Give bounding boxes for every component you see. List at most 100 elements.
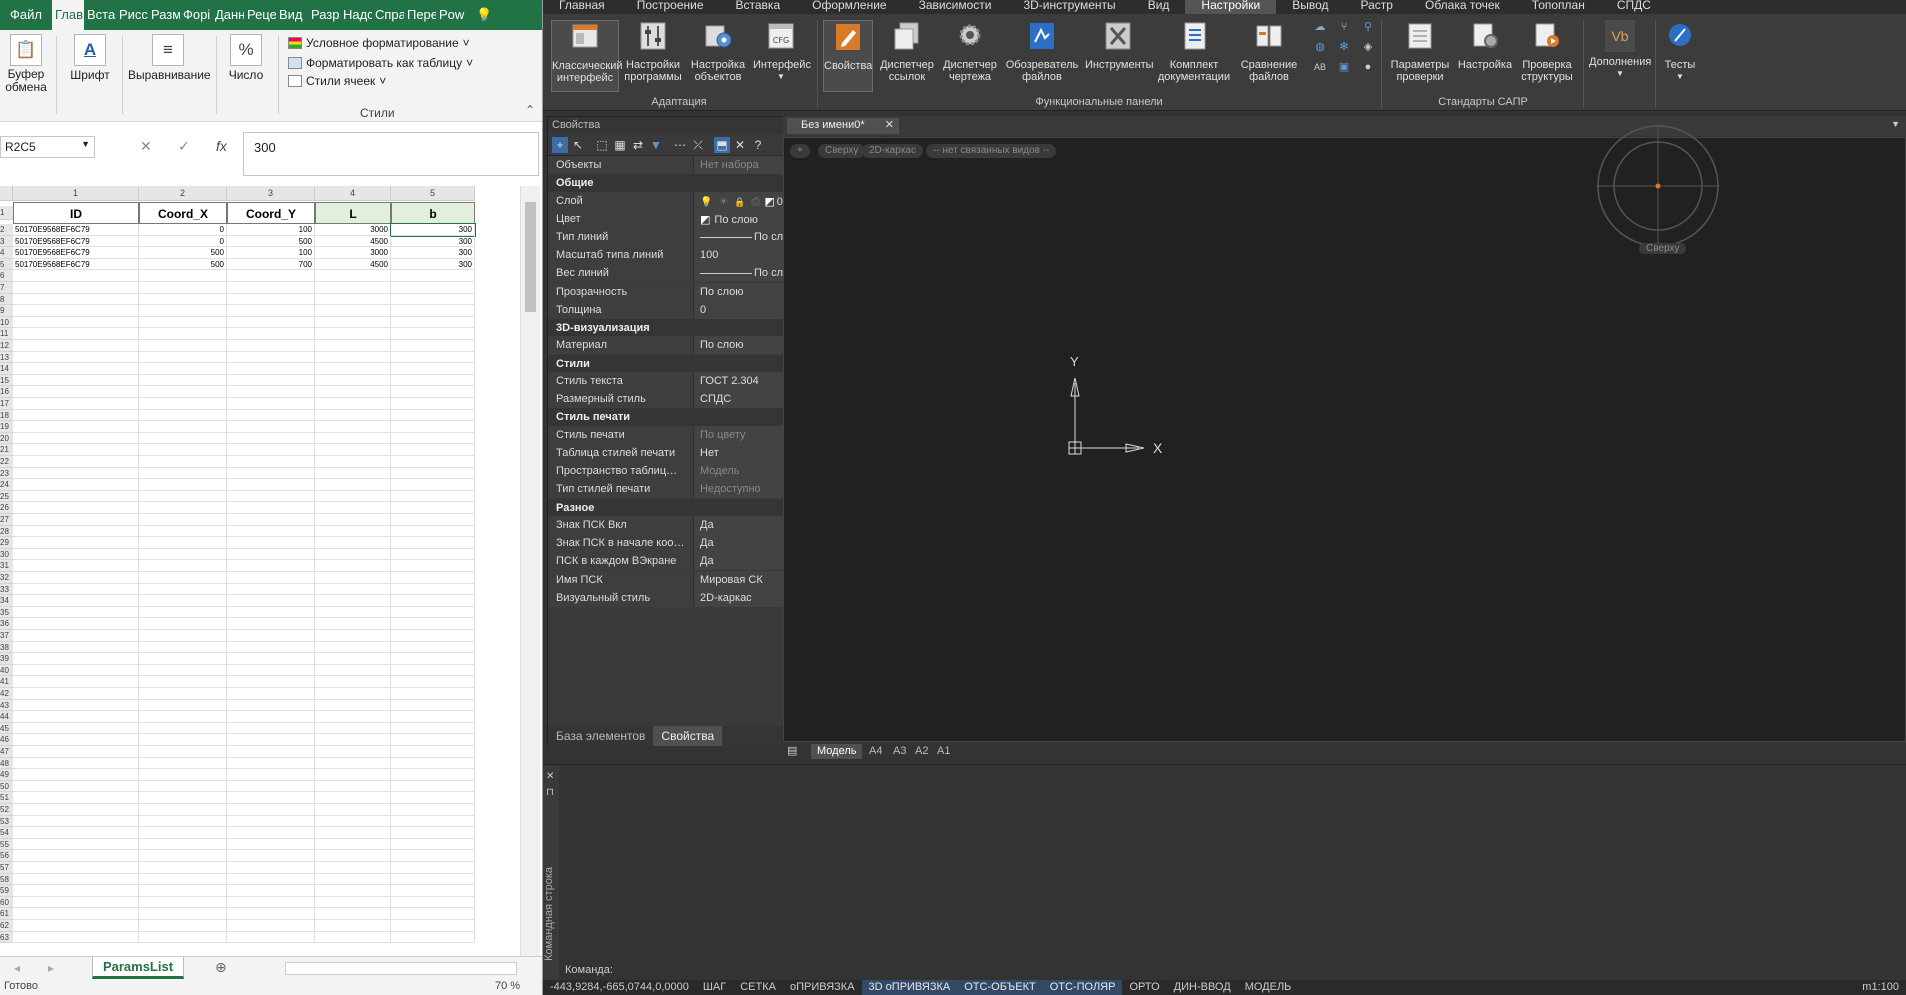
table-cell[interactable] (391, 908, 475, 920)
table-cell[interactable] (227, 351, 315, 364)
row-header[interactable]: 20 (0, 432, 13, 445)
row-header[interactable]: 61 (0, 908, 13, 920)
table-cell[interactable] (315, 432, 391, 445)
table-cell[interactable] (391, 270, 475, 282)
row-header[interactable]: 46 (0, 734, 13, 746)
table-cell[interactable] (13, 595, 139, 607)
excel-tab-4[interactable]: Разм (148, 0, 180, 30)
close-icon[interactable]: ✕ (885, 118, 894, 131)
table-cell[interactable] (139, 862, 227, 874)
table-cell[interactable] (391, 432, 475, 445)
table-cell[interactable] (227, 815, 315, 828)
row-header[interactable]: 30 (0, 548, 13, 561)
row-header[interactable]: 5 (0, 258, 13, 271)
table-cell[interactable] (391, 815, 475, 828)
cad-tab-3[interactable]: Оформление (796, 0, 902, 14)
formula-input[interactable]: 300 (243, 132, 539, 176)
table-cell[interactable] (391, 931, 475, 944)
sheet-nav-next-icon[interactable]: ▸ (48, 961, 54, 975)
table-cell[interactable] (13, 548, 139, 561)
table-cell[interactable] (227, 490, 315, 503)
status-toggle-0[interactable]: ШАГ (696, 980, 733, 995)
table-cell[interactable] (227, 514, 315, 526)
table-cell[interactable]: 3000 (315, 224, 391, 236)
table-cell[interactable] (139, 479, 227, 491)
row-header[interactable]: 51 (0, 792, 13, 804)
table-cell[interactable] (391, 885, 475, 897)
row-header[interactable]: 43 (0, 699, 13, 712)
table-cell[interactable]: 300 (391, 258, 475, 271)
table-cell[interactable] (391, 351, 475, 364)
cad-tab-10[interactable]: Облака точек (1409, 0, 1516, 14)
table-cell[interactable] (139, 282, 227, 294)
table-cell[interactable] (227, 525, 315, 538)
table-cell[interactable] (139, 340, 227, 352)
table-cell[interactable] (13, 676, 139, 688)
table-cell[interactable] (139, 560, 227, 572)
header-cell[interactable]: b (391, 202, 475, 224)
table-cell[interactable] (391, 282, 475, 294)
table-cell[interactable] (139, 293, 227, 306)
table-cell[interactable]: 100 (227, 224, 315, 236)
table-cell[interactable] (227, 328, 315, 340)
table-cell[interactable] (139, 780, 227, 793)
table-cell[interactable] (391, 606, 475, 619)
row-header[interactable]: 56 (0, 850, 13, 862)
table-cell[interactable] (391, 467, 475, 480)
table-cell[interactable] (139, 328, 227, 340)
table-cell[interactable] (315, 746, 391, 758)
pin-icon[interactable]: ⊓ (546, 787, 554, 798)
table-cell[interactable] (139, 827, 227, 839)
viewcube-label[interactable]: Сверху (1639, 243, 1687, 254)
table-cell[interactable] (315, 734, 391, 746)
table-cell[interactable] (139, 467, 227, 480)
table-cell[interactable] (13, 386, 139, 398)
table-cell[interactable] (391, 293, 475, 306)
table-cell[interactable] (13, 467, 139, 480)
table-cell[interactable] (227, 386, 315, 398)
table-cell[interactable] (227, 711, 315, 723)
table-cell[interactable]: 300 (390, 223, 476, 237)
table-cell[interactable] (139, 618, 227, 630)
row-header[interactable]: 13 (0, 351, 13, 364)
table-cell[interactable] (391, 583, 475, 596)
table-cell[interactable] (315, 537, 391, 549)
table-cell[interactable] (227, 444, 315, 456)
header-cell[interactable]: Coord_X (139, 202, 227, 224)
table-cell[interactable] (391, 630, 475, 642)
table-cell[interactable] (315, 386, 391, 398)
sheet-nav-prev-icon[interactable]: ◂ (14, 961, 20, 975)
doc-set-button[interactable]: Комплект документации (1155, 20, 1233, 83)
column-header[interactable]: 1 (13, 186, 139, 201)
table-cell[interactable] (227, 757, 315, 770)
header-cell[interactable]: L (315, 202, 391, 224)
table-cell[interactable] (227, 479, 315, 491)
table-cell[interactable] (391, 722, 475, 735)
cad-tab-11[interactable]: Топоплан (1516, 0, 1601, 14)
table-cell[interactable]: 700 (227, 258, 315, 271)
table-cell[interactable] (315, 467, 391, 480)
row-header[interactable]: 41 (0, 676, 13, 688)
table-cell[interactable] (391, 792, 475, 804)
table-cell[interactable] (13, 931, 139, 944)
row-header[interactable]: 27 (0, 514, 13, 526)
table-cell[interactable] (13, 641, 139, 654)
table-cell[interactable] (391, 641, 475, 654)
table-cell[interactable]: 4500 (315, 258, 391, 271)
row-header[interactable]: 4 (0, 247, 13, 259)
table-cell[interactable] (391, 386, 475, 398)
table-cell[interactable] (391, 746, 475, 758)
sheet-tab[interactable]: ParamsList (92, 957, 184, 979)
table-cell[interactable] (315, 850, 391, 862)
table-cell[interactable] (315, 780, 391, 793)
row-header[interactable]: 17 (0, 398, 13, 410)
row-header[interactable]: 44 (0, 711, 13, 723)
table-cell[interactable] (315, 711, 391, 723)
row-header[interactable]: 7 (0, 282, 13, 294)
table-cell[interactable] (13, 351, 139, 364)
table-cell[interactable] (139, 432, 227, 445)
excel-tab-2[interactable]: Вста (84, 0, 116, 30)
table-cell[interactable] (315, 514, 391, 526)
table-cell[interactable] (391, 676, 475, 688)
row-header[interactable]: 57 (0, 862, 13, 874)
